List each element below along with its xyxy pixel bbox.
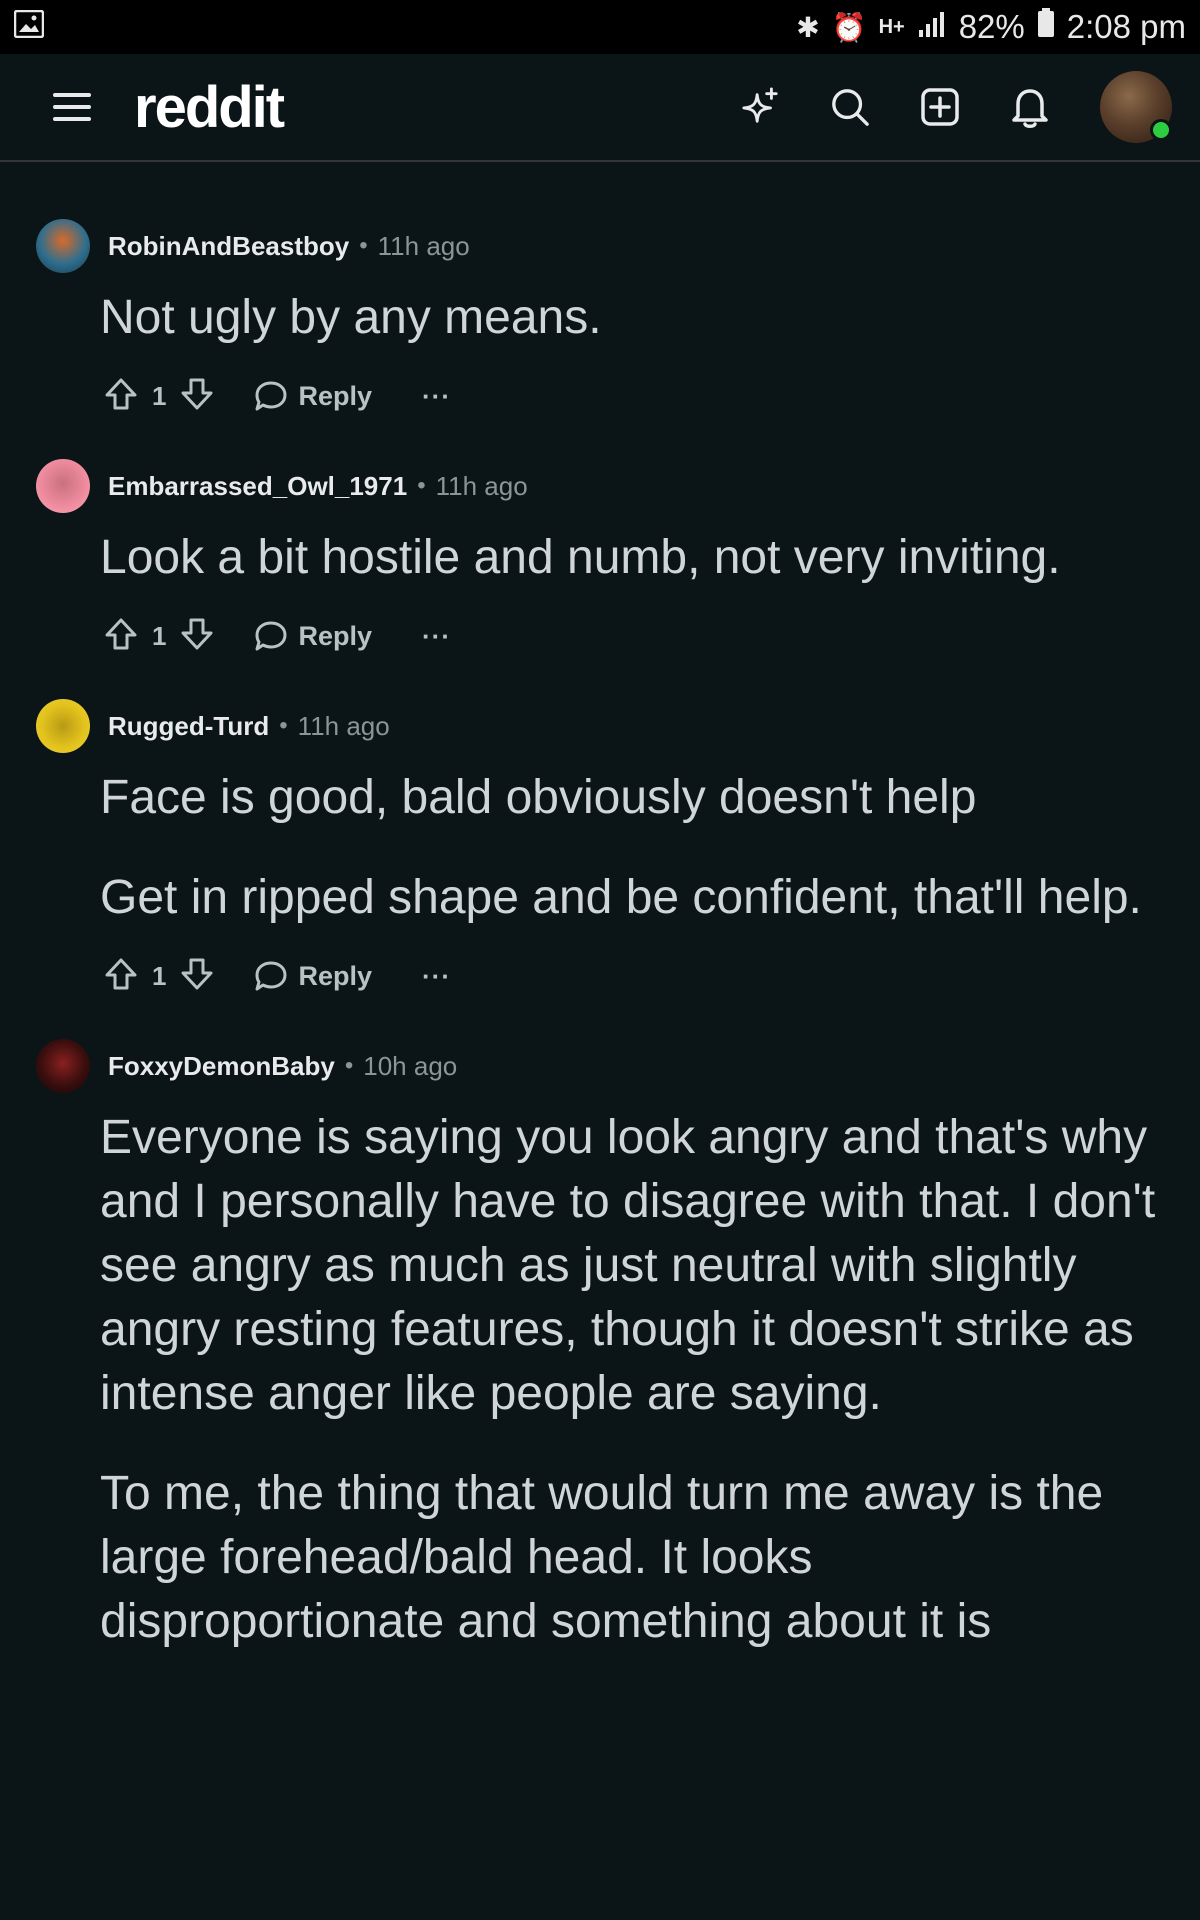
avatar[interactable] xyxy=(36,1039,90,1093)
comment-thread: RobinAndBeastboy • 11h ago Not ugly by a… xyxy=(0,162,1200,1654)
search-icon[interactable] xyxy=(830,87,870,127)
reply-icon xyxy=(255,621,287,651)
battery-percent: 82% xyxy=(958,8,1025,45)
comment-author[interactable]: FoxxyDemonBaby xyxy=(108,1051,335,1082)
comment-text: Get in ripped shape and be confident, th… xyxy=(100,871,1142,924)
comment: Embarrassed_Owl_1971 • 11h ago Look a bi… xyxy=(0,458,1200,664)
comment-body: Not ugly by any means. xyxy=(36,286,1160,350)
meta-separator: • xyxy=(359,232,368,259)
upvote-icon[interactable] xyxy=(104,957,138,996)
gallery-icon xyxy=(13,8,45,46)
comment-text: Not ugly by any means. xyxy=(100,291,602,344)
meta-separator: • xyxy=(279,712,288,739)
upvote-icon[interactable] xyxy=(104,377,138,416)
comment-time: 10h ago xyxy=(363,1050,458,1081)
comment-text: To me, the thing that would turn me away… xyxy=(100,1467,1104,1648)
comment-actions: 1 Reply ··· xyxy=(36,368,1160,424)
hplus-icon: H+ xyxy=(878,15,905,38)
reply-label: Reply xyxy=(298,960,372,991)
reply-label: Reply xyxy=(298,620,372,651)
comment-author[interactable]: RobinAndBeastboy xyxy=(108,231,349,262)
downvote-icon[interactable] xyxy=(180,377,214,416)
menu-icon[interactable] xyxy=(52,87,92,127)
comment-time: 11h ago xyxy=(377,230,470,261)
comment: FoxxyDemonBaby • 10h ago Everyone is say… xyxy=(0,1038,1200,1654)
reply-button[interactable]: Reply xyxy=(254,620,372,652)
comment-text: Everyone is saying you look angry and th… xyxy=(100,1111,1156,1420)
app-header: reddit xyxy=(0,54,1200,162)
alarm-icon: ⏰ xyxy=(831,11,867,43)
more-options-button[interactable]: ··· xyxy=(422,961,451,992)
sparkle-icon[interactable] xyxy=(740,87,780,127)
status-bar: ✱ ⏰ H+ 82% 2:08 pm xyxy=(0,0,1200,54)
downvote-icon[interactable] xyxy=(180,957,214,996)
vote-count: 1 xyxy=(152,620,167,651)
reply-button[interactable]: Reply xyxy=(254,960,372,992)
comment: RobinAndBeastboy • 11h ago Not ugly by a… xyxy=(0,218,1200,424)
reddit-wordmark[interactable]: reddit xyxy=(134,74,285,141)
reply-button[interactable]: Reply xyxy=(254,380,372,412)
notification-bell-icon[interactable] xyxy=(1010,87,1050,128)
meta-separator: • xyxy=(344,1052,354,1079)
battery-icon xyxy=(1037,8,1055,46)
comment-body: Look a bit hostile and numb, not very in… xyxy=(36,526,1160,590)
meta-separator: • xyxy=(417,472,426,499)
downvote-icon[interactable] xyxy=(180,617,214,656)
vote-count: 1 xyxy=(152,380,167,411)
online-indicator xyxy=(1150,119,1172,141)
comment-text: Face is good, bald obviously doesn't hel… xyxy=(100,771,977,824)
avatar[interactable] xyxy=(36,219,90,273)
reply-label: Reply xyxy=(298,380,372,411)
comment-time: 11h ago xyxy=(297,710,390,741)
clock: 2:08 pm xyxy=(1066,8,1186,45)
signal-icon xyxy=(917,10,947,45)
bluetooth-icon: ✱ xyxy=(796,11,820,43)
comment-actions: 1 Reply ··· xyxy=(36,608,1160,664)
more-options-button[interactable]: ··· xyxy=(422,381,451,412)
user-avatar[interactable] xyxy=(1100,71,1172,143)
comment-author[interactable]: Rugged-Turd xyxy=(108,711,269,742)
reply-icon xyxy=(255,381,287,411)
upvote-icon[interactable] xyxy=(104,617,138,656)
reply-icon xyxy=(255,961,287,991)
comment-text: Look a bit hostile and numb, not very in… xyxy=(100,531,1061,584)
comment-body: Everyone is saying you look angry and th… xyxy=(36,1106,1160,1654)
avatar[interactable] xyxy=(36,459,90,513)
create-post-icon[interactable] xyxy=(920,87,960,127)
comment-time: 11h ago xyxy=(435,470,528,501)
comment-author[interactable]: Embarrassed_Owl_1971 xyxy=(108,471,407,502)
vote-count: 1 xyxy=(152,960,167,991)
more-options-button[interactable]: ··· xyxy=(422,621,451,652)
comment-actions: 1 Reply ··· xyxy=(36,948,1160,1004)
avatar[interactable] xyxy=(36,699,90,753)
comment-body: Face is good, bald obviously doesn't hel… xyxy=(36,766,1160,930)
comment: Rugged-Turd • 11h ago Face is good, bald… xyxy=(0,698,1200,1004)
